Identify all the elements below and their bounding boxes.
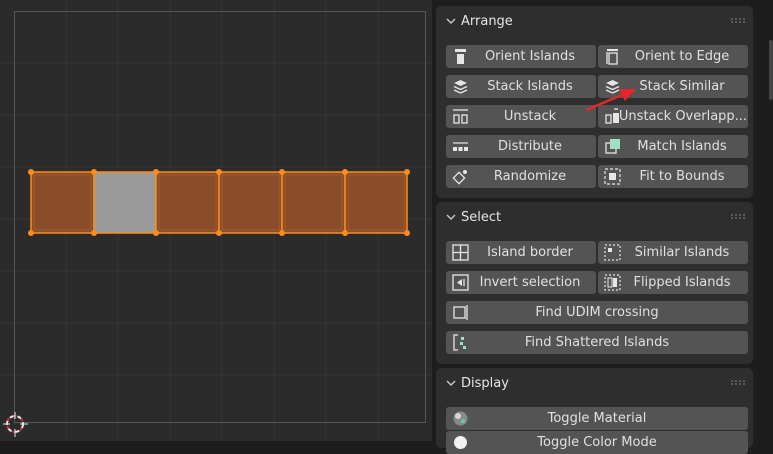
uv-vertex[interactable] [404, 230, 410, 236]
fit-to-bounds-icon [604, 168, 621, 185]
uv-toolkit-sidebar: Arrange Orient Islands Orient to Edge St… [432, 0, 773, 454]
uv-editor-viewport[interactable] [0, 0, 432, 441]
stack-similar-icon [604, 78, 621, 95]
uv-face[interactable] [155, 171, 220, 234]
stack-islands-icon [452, 78, 469, 95]
uv-face[interactable] [218, 171, 283, 234]
invert-selection-button[interactable]: Invert selection [446, 271, 596, 294]
uv-vertex[interactable] [279, 169, 285, 175]
arrange-panel: Arrange Orient Islands Orient to Edge St… [436, 6, 753, 198]
orient-islands-button[interactable]: Orient Islands [446, 45, 596, 68]
panel-title: Select [461, 209, 502, 225]
unstack-icon [452, 108, 469, 125]
toggle-color-mode-icon [452, 434, 469, 451]
unstack-overlapping-button[interactable]: Unstack Overlapp... [598, 105, 748, 128]
chevron-down-icon [446, 378, 456, 388]
find-shattered-islands-button[interactable]: Find Shattered Islands [446, 331, 748, 354]
arrange-panel-header[interactable]: Arrange [436, 6, 753, 36]
chevron-down-icon [446, 16, 456, 26]
toggle-color-mode-button[interactable]: Toggle Color Mode [446, 431, 748, 454]
match-islands-icon [604, 138, 621, 155]
uv-vertex[interactable] [153, 230, 159, 236]
select-panel-header[interactable]: Select [436, 202, 753, 232]
select-panel: Select Island border Similar Islands Inv… [436, 202, 753, 364]
uv-vertex[interactable] [342, 169, 348, 175]
island-border-button[interactable]: Island border [446, 241, 596, 264]
distribute-icon [452, 138, 469, 155]
toggle-material-icon [452, 410, 469, 427]
uv-vertex[interactable] [404, 169, 410, 175]
uv-vertex[interactable] [216, 169, 222, 175]
toggle-material-button[interactable]: Toggle Material [446, 407, 748, 430]
distribute-button[interactable]: Distribute [446, 135, 596, 158]
display-panel-header[interactable]: Display [436, 368, 753, 398]
uv-face[interactable] [30, 171, 95, 234]
similar-islands-button[interactable]: Similar Islands [598, 241, 748, 264]
island-border-icon [452, 244, 469, 261]
uv-face[interactable] [281, 171, 346, 234]
stack-islands-button[interactable]: Stack Islands [446, 75, 596, 98]
stack-similar-button[interactable]: Stack Similar [598, 75, 748, 98]
uv-face[interactable] [344, 171, 408, 234]
find-udim-crossing-button[interactable]: Find UDIM crossing [446, 301, 748, 324]
panel-title: Display [461, 375, 509, 391]
drag-grip-icon[interactable] [731, 380, 745, 385]
uv-vertex[interactable] [216, 230, 222, 236]
uv-island-strip[interactable] [0, 0, 432, 441]
uv-vertex[interactable] [28, 169, 34, 175]
orient-to-edge-icon [604, 48, 621, 65]
flipped-islands-icon [604, 274, 621, 291]
drag-grip-icon[interactable] [731, 18, 745, 23]
2d-cursor-icon[interactable] [0, 409, 32, 441]
chevron-down-icon [446, 212, 456, 222]
uv-vertex[interactable] [91, 230, 97, 236]
uv-vertex[interactable] [342, 230, 348, 236]
orient-islands-icon [452, 48, 469, 65]
flipped-islands-button[interactable]: Flipped Islands [598, 271, 748, 294]
display-panel: Display Toggle Material Toggle Color Mod… [436, 368, 753, 454]
find-shattered-islands-icon [452, 334, 469, 351]
orient-to-edge-button[interactable]: Orient to Edge [598, 45, 748, 68]
find-udim-crossing-icon [452, 304, 469, 321]
drag-grip-icon[interactable] [731, 214, 745, 219]
similar-islands-icon [604, 244, 621, 261]
match-islands-button[interactable]: Match Islands [598, 135, 748, 158]
invert-selection-icon [452, 274, 469, 291]
uv-vertex[interactable] [153, 169, 159, 175]
unstack-overlapping-icon [604, 108, 621, 125]
sidebar-scrollbar[interactable] [769, 40, 773, 100]
uv-vertex[interactable] [279, 230, 285, 236]
randomize-button[interactable]: Randomize [446, 165, 596, 188]
unstack-button[interactable]: Unstack [446, 105, 596, 128]
randomize-icon [452, 168, 469, 185]
uv-vertex[interactable] [91, 169, 97, 175]
uv-face-selected[interactable] [93, 171, 157, 234]
uv-vertex[interactable] [28, 230, 34, 236]
panel-title: Arrange [461, 13, 513, 29]
fit-to-bounds-button[interactable]: Fit to Bounds [598, 165, 748, 188]
